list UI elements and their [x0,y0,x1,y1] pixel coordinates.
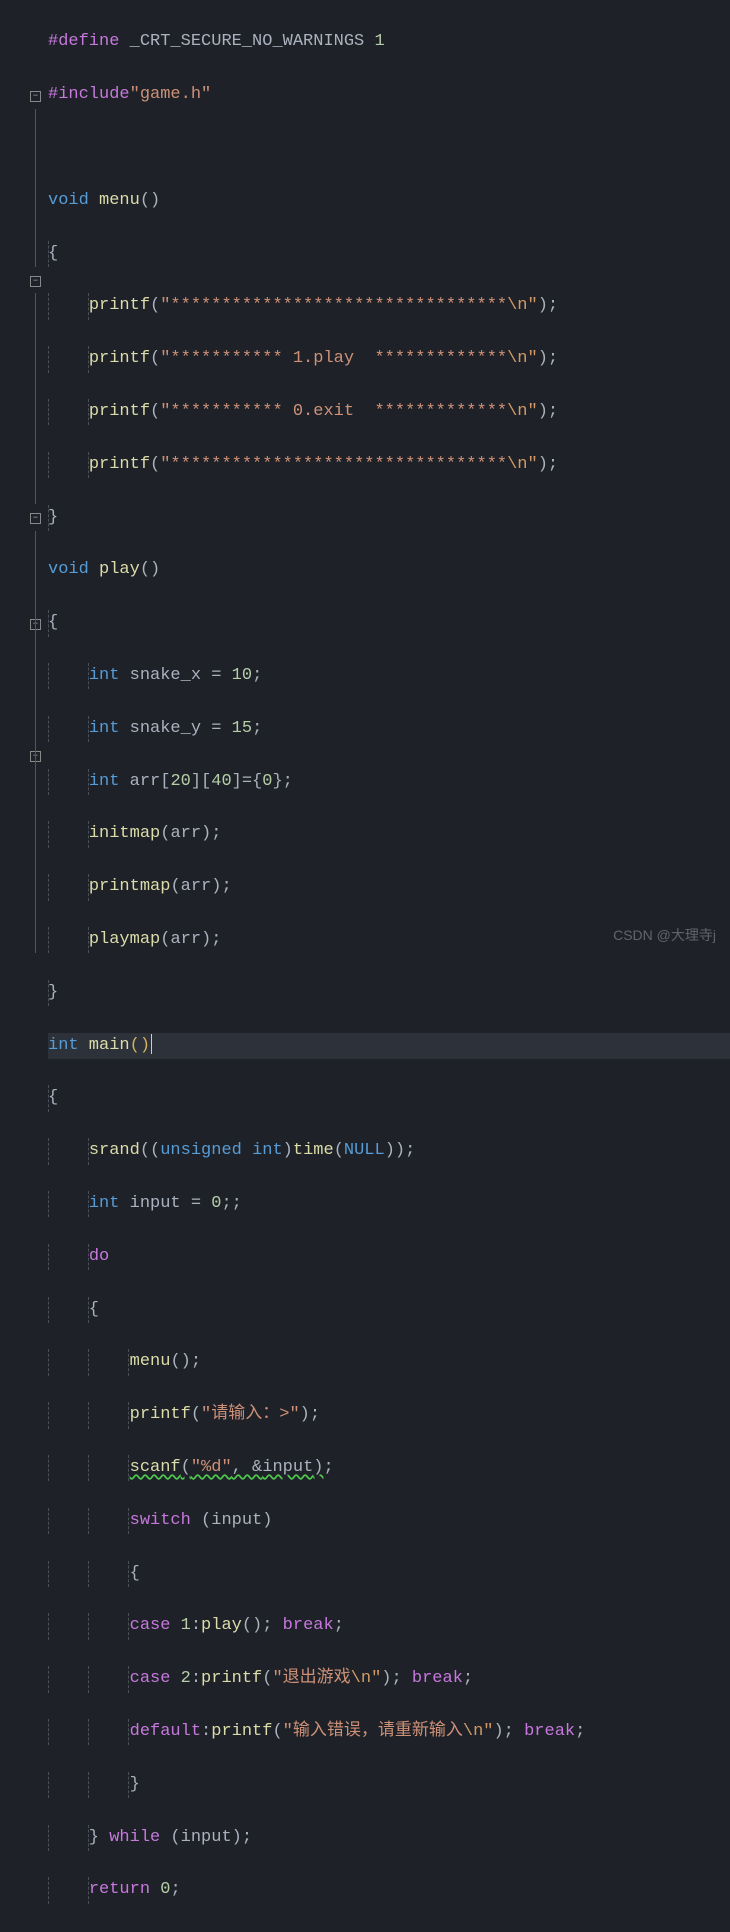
include-kw: #include [48,85,130,104]
main-fn: main [79,1036,130,1055]
play-fn: play [89,560,140,579]
watermark: CSDN @大理寺j [613,922,716,948]
code-area[interactable]: #define _CRT_SECURE_NO_WARNINGS 1 #inclu… [48,0,730,1932]
fold-box-icon[interactable]: − [30,513,41,524]
text-cursor [151,1034,152,1054]
line-gutter [0,0,30,1932]
fold-box-icon[interactable]: − [30,751,41,762]
fold-column: − − − − − [30,0,48,1932]
menu-fn: menu [89,191,140,210]
fold-box-icon[interactable]: − [30,91,41,102]
fold-box-icon[interactable]: − [30,619,41,630]
define-kw: #define [48,32,119,51]
fold-box-icon[interactable]: − [30,276,41,287]
code-editor[interactable]: − − − − − #define _CRT_SECURE_NO_WARNI [0,0,730,1932]
